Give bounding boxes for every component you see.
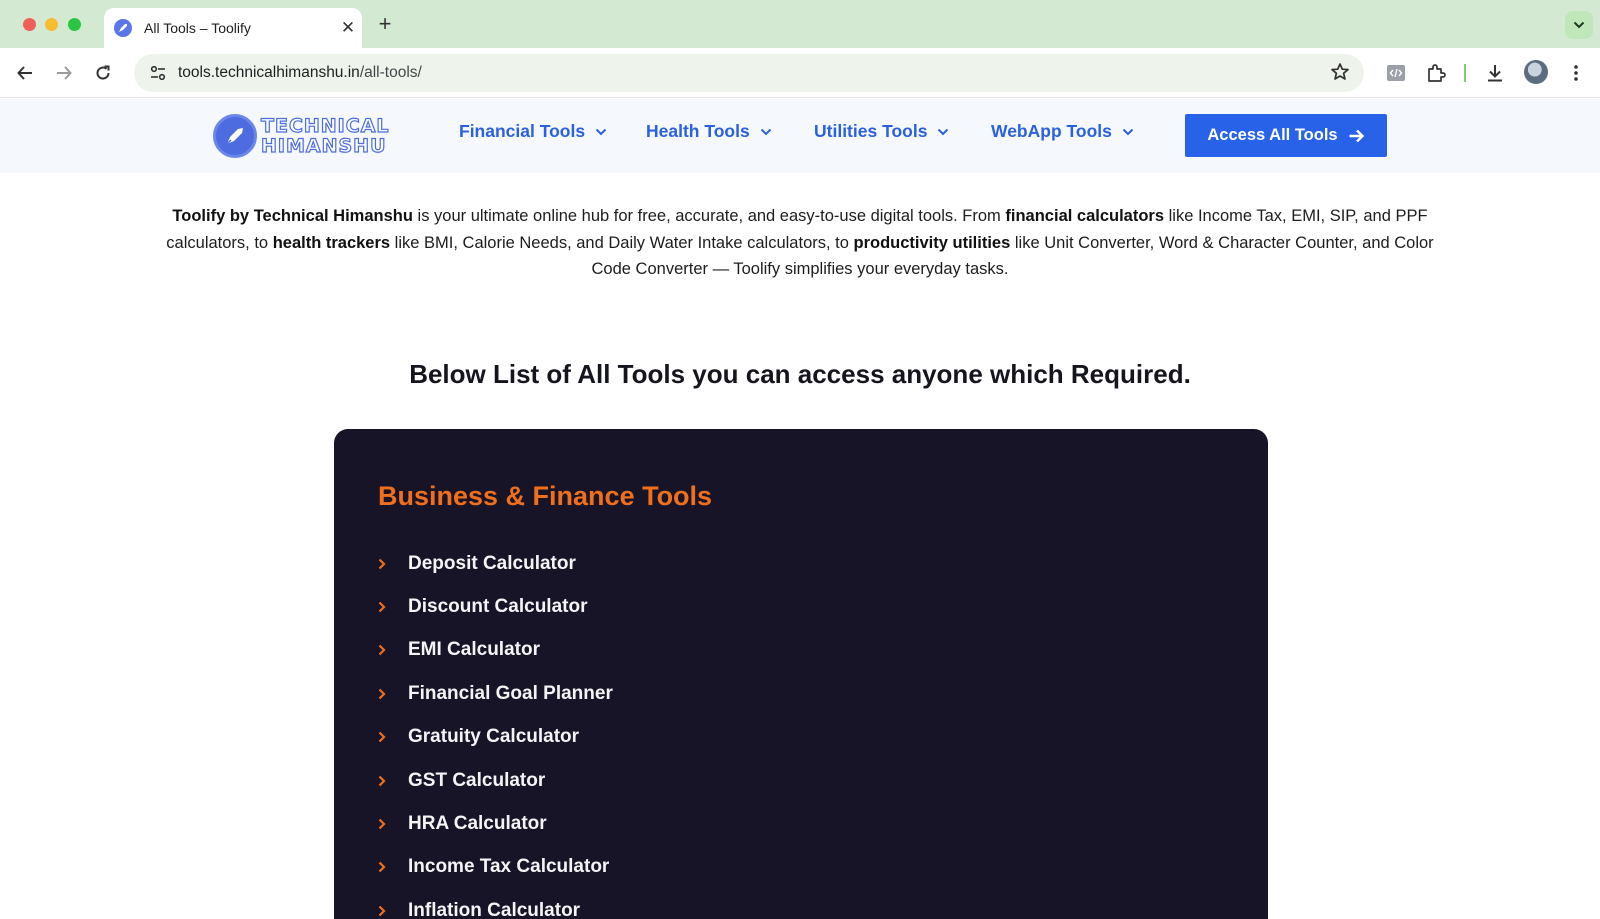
- chevron-right-icon: [378, 731, 408, 743]
- nav-financial-tools-label: Financial Tools: [459, 121, 586, 141]
- chevron-right-icon: [378, 775, 408, 787]
- tab-strip: All Tools – Toolify ✕ +: [0, 0, 1600, 48]
- chevron-down-icon: [760, 128, 771, 135]
- nav-health-tools-label: Health Tools: [646, 121, 750, 141]
- tool-link-financial-goal-planner[interactable]: Financial Goal Planner: [378, 672, 613, 715]
- tool-list: Deposit Calculator Discount Calculator E…: [378, 542, 613, 919]
- tool-name: Income Tax Calculator: [408, 856, 610, 878]
- tool-name: Financial Goal Planner: [408, 682, 613, 704]
- intro-text-1: is your ultimate online hub for free, ac…: [412, 207, 1006, 225]
- tab-search-button[interactable]: [1565, 11, 1593, 39]
- tool-name: GST Calculator: [408, 769, 546, 791]
- intro-financial-calculators: financial calculators: [1005, 207, 1165, 225]
- nav-health-tools[interactable]: Health Tools: [646, 121, 772, 142]
- nav-webapp-tools[interactable]: WebApp Tools: [991, 121, 1134, 142]
- download-icon[interactable]: [1482, 60, 1508, 86]
- intro-productivity-utilities: productivity utilities: [853, 233, 1011, 252]
- card-title: Business & Finance Tools: [378, 481, 713, 511]
- tool-name: HRA Calculator: [408, 813, 547, 835]
- tool-name: Gratuity Calculator: [408, 726, 580, 748]
- site-info-icon[interactable]: [138, 64, 178, 82]
- nav-financial-tools[interactable]: Financial Tools: [459, 121, 607, 142]
- tool-link-gst-calculator[interactable]: GST Calculator: [378, 759, 613, 802]
- tool-name: Inflation Calculator: [408, 899, 581, 919]
- reload-icon: [96, 65, 110, 80]
- tool-link-inflation-calculator[interactable]: Inflation Calculator: [378, 889, 613, 919]
- back-button[interactable]: [10, 58, 40, 88]
- tool-link-discount-calculator[interactable]: Discount Calculator: [378, 585, 613, 628]
- nav-webapp-tools-label: WebApp Tools: [991, 121, 1112, 141]
- rocket-logo-icon: [213, 114, 257, 158]
- chevron-right-icon: [378, 558, 408, 570]
- rocket-favicon-icon: [114, 19, 132, 37]
- nav-utilities-tools[interactable]: Utilities Tools: [814, 121, 949, 142]
- maximize-window-button[interactable]: [68, 18, 81, 31]
- browser-toolbar: tools.technicalhimanshu.in/all-tools/: [0, 48, 1600, 98]
- chevron-down-icon: [595, 128, 607, 135]
- new-tab-button[interactable]: +: [372, 12, 398, 38]
- kebab-menu-icon[interactable]: [1563, 60, 1589, 86]
- chevron-right-icon: [378, 688, 408, 700]
- tool-name: Discount Calculator: [408, 596, 588, 618]
- chevron-right-icon: [378, 905, 408, 917]
- chevron-right-icon: [378, 818, 408, 830]
- logo-line-1: TECHNICAL: [260, 115, 390, 137]
- site-header: TECHNICAL HIMANSHU Financial Tools Healt…: [0, 99, 1600, 173]
- tab-title: All Tools – Toolify: [144, 20, 251, 36]
- chevron-down-icon: [1573, 21, 1585, 29]
- access-all-tools-button[interactable]: Access All Tools: [1185, 114, 1387, 157]
- logo-line-2: HIMANSHU: [260, 135, 387, 157]
- chevron-down-icon: [1122, 128, 1134, 135]
- address-bar[interactable]: tools.technicalhimanshu.in/all-tools/: [134, 54, 1364, 92]
- forward-button[interactable]: [49, 58, 79, 88]
- toolbar-divider: [1464, 64, 1466, 82]
- business-finance-tools-card: Business & Finance Tools Deposit Calcula…: [334, 429, 1268, 919]
- tool-link-hra-calculator[interactable]: HRA Calculator: [378, 802, 613, 845]
- chevron-right-icon: [378, 644, 408, 656]
- url-path: /all-tools/: [359, 64, 422, 81]
- tool-link-emi-calculator[interactable]: EMI Calculator: [378, 629, 613, 672]
- url-text: tools.technicalhimanshu.in/all-tools/: [178, 64, 422, 82]
- arrow-left-icon: [17, 66, 32, 80]
- browser-tab-active[interactable]: All Tools – Toolify ✕: [104, 8, 362, 48]
- reload-button[interactable]: [88, 58, 118, 88]
- arrow-right-icon: [57, 66, 72, 80]
- web-page: TECHNICAL HIMANSHU Financial Tools Healt…: [0, 99, 1600, 919]
- tool-name: Deposit Calculator: [408, 552, 576, 574]
- dev-tools-extension-icon[interactable]: [1383, 60, 1409, 86]
- url-host: tools.technicalhimanshu.in: [178, 64, 360, 81]
- browser-window: All Tools – Toolify ✕ + tools.technicalh…: [0, 0, 1600, 919]
- tab-close-icon[interactable]: ✕: [334, 18, 362, 38]
- nav-utilities-tools-label: Utilities Tools: [814, 121, 928, 141]
- access-all-tools-label: Access All Tools: [1207, 126, 1338, 144]
- intro-health-trackers: health trackers: [272, 233, 391, 252]
- minimize-window-button[interactable]: [45, 18, 58, 31]
- chevron-down-icon: [938, 128, 949, 135]
- site-logo[interactable]: TECHNICAL HIMANSHU: [213, 113, 390, 159]
- intro-text-3: like BMI, Calorie Needs, and Daily Water…: [390, 233, 854, 252]
- intro-paragraph: Toolify by Technical Himanshu is your ul…: [160, 203, 1440, 283]
- tool-link-income-tax-calculator[interactable]: Income Tax Calculator: [378, 846, 613, 889]
- tool-link-deposit-calculator[interactable]: Deposit Calculator: [378, 542, 613, 585]
- tool-name: EMI Calculator: [408, 639, 540, 661]
- chevron-right-icon: [378, 861, 408, 873]
- bookmark-star-icon[interactable]: [1330, 62, 1350, 87]
- close-window-button[interactable]: [23, 18, 36, 31]
- intro-brand: Toolify by Technical Himanshu: [172, 207, 413, 225]
- tool-link-gratuity-calculator[interactable]: Gratuity Calculator: [378, 716, 613, 759]
- extensions-puzzle-icon[interactable]: [1423, 60, 1449, 86]
- page-headline: Below List of All Tools you can access a…: [409, 359, 1191, 389]
- arrow-right-icon: [1349, 129, 1364, 142]
- profile-avatar[interactable]: [1524, 60, 1548, 84]
- logo-wordmark: TECHNICAL HIMANSHU: [260, 115, 390, 157]
- chevron-right-icon: [378, 601, 408, 613]
